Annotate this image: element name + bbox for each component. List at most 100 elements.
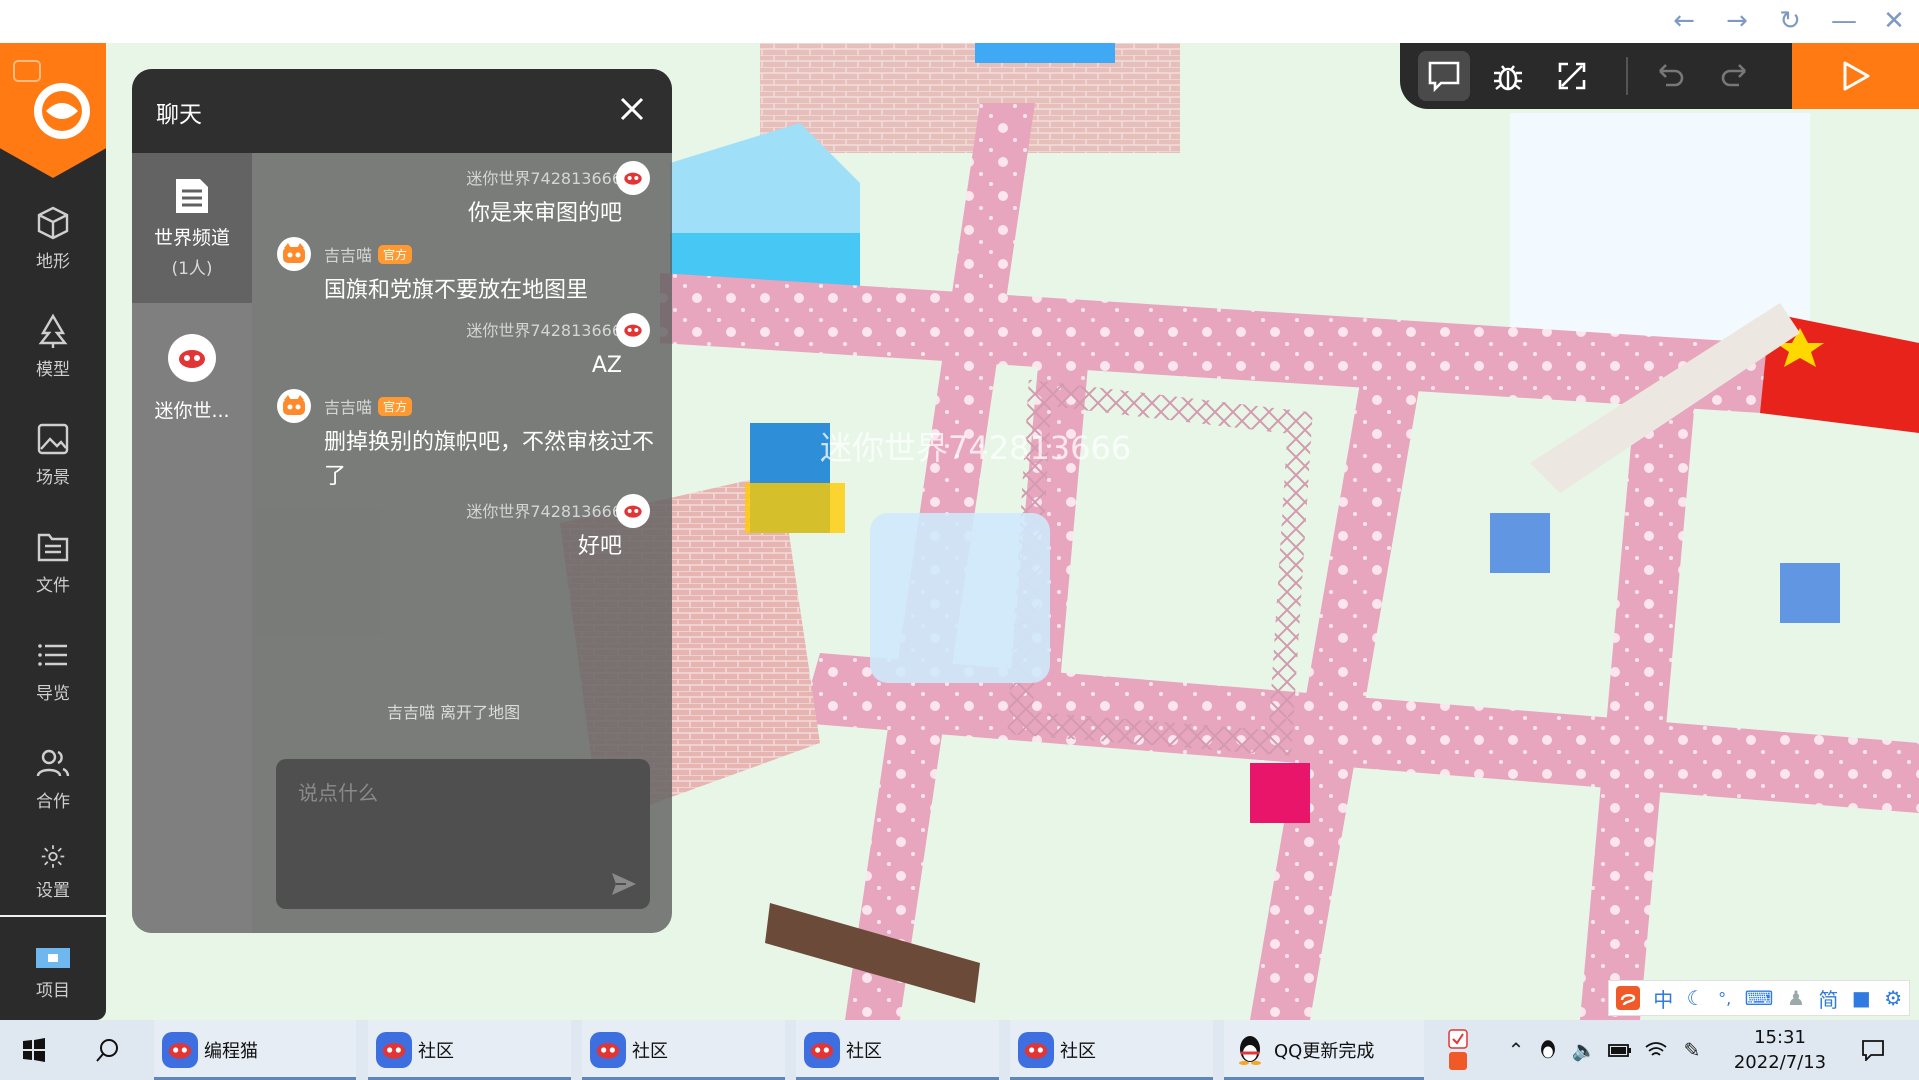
sogou-icon[interactable] [1615, 986, 1640, 1010]
close-window-icon[interactable]: ✕ [1872, 4, 1916, 38]
mini-world-avatar-icon [624, 505, 642, 518]
avatar [616, 161, 650, 195]
windows-start-icon[interactable] [14, 1030, 54, 1070]
chat-header: 聊天 [132, 69, 672, 153]
notification-center-icon[interactable] [1856, 1030, 1890, 1070]
sidebar-item-label: 项目 [36, 980, 70, 1001]
sidebar-item-label: 地形 [36, 251, 70, 272]
ime-simplified-mode[interactable]: 简 [1818, 984, 1838, 1013]
taskbar-app-community[interactable]: 社区 [368, 1020, 571, 1080]
redo-button[interactable] [1708, 51, 1760, 101]
chat-message: 迷你世界742813666 好吧 [292, 498, 622, 564]
chat-message: 迷你世界742813666 你是来审图的吧 [292, 165, 622, 231]
mini-world-avatar-icon [168, 1043, 192, 1059]
punctuation-icon[interactable]: °, [1718, 989, 1731, 1008]
taskbar-app-label: 社区 [846, 1041, 882, 1062]
ime-toolbar: 中 ☾ °, ⌨ ♟ 简 ■ ⚙ [1608, 980, 1910, 1016]
back-arrow-icon[interactable]: ← [1662, 4, 1706, 38]
user-icon[interactable]: ♟ [1787, 986, 1805, 1010]
expand-icon [1558, 62, 1586, 90]
sidebar-item-scene[interactable]: 场景 [0, 409, 106, 499]
ime-settings-icon[interactable]: ⚙ [1884, 986, 1902, 1010]
taskbar-app-qq[interactable]: QQ更新完成 [1224, 1020, 1424, 1080]
avatar [616, 494, 650, 528]
moon-icon[interactable]: ☾ [1687, 986, 1705, 1010]
file-list-icon [37, 533, 69, 561]
close-icon [620, 97, 644, 121]
battery-icon[interactable] [1606, 1030, 1634, 1070]
magnifier-icon [96, 1039, 118, 1062]
sidebar-item-label: 导览 [36, 683, 70, 704]
chat-title: 聊天 [156, 102, 202, 128]
chat-toggle-button[interactable] [1418, 51, 1470, 101]
app-logo[interactable] [0, 43, 106, 178]
mini-world-avatar-icon [810, 1043, 834, 1059]
ime-chinese-mode[interactable]: 中 [1653, 984, 1673, 1013]
volume-icon[interactable]: 🔈 [1570, 1030, 1598, 1070]
mini-world-avatar-icon [179, 349, 205, 368]
mini-world-avatar-icon [624, 172, 642, 185]
chat-input[interactable] [276, 759, 650, 909]
sidebar-item-project[interactable]: 项目 [0, 928, 106, 1018]
search-icon[interactable] [88, 1030, 128, 1070]
bug-icon [1494, 65, 1522, 91]
avatar [277, 237, 311, 271]
wifi-shape [1645, 1042, 1667, 1056]
chat-message: 迷你世界742813666 AZ [292, 317, 622, 383]
wifi-icon[interactable] [1642, 1030, 1670, 1070]
refresh-icon[interactable]: ↻ [1768, 4, 1812, 38]
pinned-notes-icon[interactable] [1440, 1029, 1476, 1070]
sidebar-item-label: 合作 [36, 791, 70, 812]
taskbar-app-label: 社区 [632, 1041, 668, 1062]
users-icon [36, 749, 70, 776]
official-badge: 官方 [378, 245, 413, 264]
image-icon [37, 423, 69, 454]
cat-avatar-icon [283, 243, 305, 263]
system-clock[interactable]: 15:31 2022/7/13 [1720, 1025, 1840, 1075]
avatar [168, 333, 216, 382]
list-icon [38, 643, 67, 666]
close-chat-button[interactable] [610, 87, 654, 131]
sidebar-item-label: 文件 [36, 575, 70, 596]
channel-user[interactable]: 迷你世... [132, 303, 252, 453]
minimize-icon[interactable]: — [1822, 4, 1866, 38]
taskbar-app-community[interactable]: 社区 [1010, 1020, 1213, 1080]
undo-button[interactable] [1645, 51, 1697, 101]
system-message: 吉吉喵 离开了地图 [387, 703, 521, 722]
message-sender: 吉吉喵 [324, 246, 373, 265]
sidebar-item-collab[interactable]: 合作 [0, 733, 106, 823]
skin-icon[interactable]: ■ [1852, 986, 1871, 1010]
debug-button[interactable] [1482, 51, 1534, 101]
run-button[interactable] [1792, 43, 1919, 109]
keyboard-icon[interactable]: ⌨ [1745, 986, 1774, 1010]
taskbar-app-community[interactable]: 社区 [796, 1020, 999, 1080]
sidebar-item-settings[interactable]: 设置 [0, 841, 106, 901]
taskbar-app-biancheng[interactable]: 编程猫 [154, 1020, 356, 1080]
sidebar-item-guide[interactable]: 导览 [0, 625, 106, 715]
qq-icon [1232, 1032, 1268, 1068]
sidebar-item-file[interactable]: 文件 [0, 517, 106, 607]
chat-icon [1428, 61, 1460, 92]
app-icon [804, 1032, 840, 1068]
message-sender: 迷你世界742813666 [466, 321, 622, 340]
sidebar-divider [0, 915, 106, 917]
stacked-app-icons [1448, 1029, 1468, 1070]
taskbar-app-label: 社区 [418, 1041, 454, 1062]
taskbar-app-community[interactable]: 社区 [582, 1020, 785, 1080]
send-button[interactable] [606, 869, 642, 899]
channel-world[interactable]: 世界频道 (1人) [132, 153, 252, 303]
sidebar-item-terrain[interactable]: 地形 [0, 193, 106, 283]
channel-world-count: (1人) [171, 259, 213, 279]
forward-arrow-icon[interactable]: → [1715, 4, 1759, 38]
windows-logo-icon [23, 1038, 45, 1062]
avatar [277, 389, 311, 423]
pen-icon[interactable]: ✎ [1678, 1030, 1706, 1070]
message-text: 你是来审图的吧 [467, 201, 622, 226]
message-sender: 吉吉喵 [324, 398, 373, 417]
fullscreen-button[interactable] [1546, 51, 1598, 101]
chat-message: 吉吉喵 官方 删掉换别的旗帜吧，不然审核过不了 [324, 394, 654, 494]
qq-tray-icon[interactable] [1534, 1030, 1562, 1070]
sidebar-item-model[interactable]: 模型 [0, 301, 106, 391]
show-hidden-icons[interactable]: ⌃ [1502, 1030, 1530, 1070]
app-icon [162, 1032, 198, 1068]
